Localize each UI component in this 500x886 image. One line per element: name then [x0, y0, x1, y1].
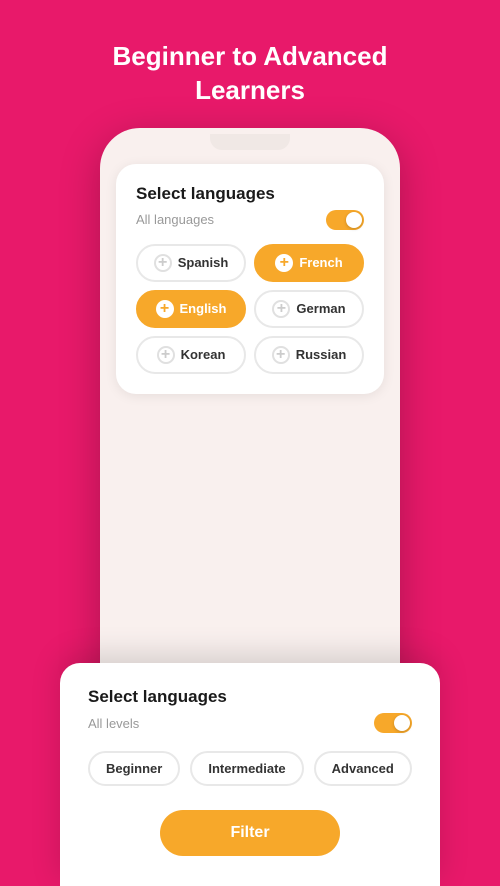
language-label-german: German [296, 301, 345, 316]
language-button-spanish[interactable]: + Spanish [136, 244, 246, 282]
language-button-russian[interactable]: + Russian [254, 336, 364, 374]
language-button-english[interactable]: + English [136, 290, 246, 328]
plus-icon-french: + [275, 254, 293, 272]
plus-icon-korean: + [157, 346, 175, 364]
language-button-french[interactable]: + French [254, 244, 364, 282]
plus-icon-spanish: + [154, 254, 172, 272]
language-card-subtitle: All languages [136, 212, 214, 227]
all-levels-toggle[interactable] [374, 713, 412, 733]
language-select-card: Select languages All languages + Spanish… [116, 164, 384, 394]
language-label-korean: Korean [181, 347, 226, 362]
language-label-spanish: Spanish [178, 255, 229, 270]
language-card-subtitle-row: All languages [136, 210, 364, 230]
levels-row: Beginner Intermediate Advanced [88, 751, 412, 786]
level-card-title: Select languages [88, 687, 412, 707]
phone-mockup: Select languages All languages + Spanish… [100, 128, 400, 708]
level-button-intermediate[interactable]: Intermediate [190, 751, 303, 786]
level-select-overlay: Select languages All levels Beginner Int… [60, 663, 440, 886]
language-button-german[interactable]: + German [254, 290, 364, 328]
level-subtitle-row: All levels [88, 713, 412, 733]
level-button-beginner[interactable]: Beginner [88, 751, 180, 786]
phone-notch [210, 134, 290, 150]
page-title: Beginner to Advanced Learners [90, 40, 410, 108]
language-card-title: Select languages [136, 184, 364, 204]
language-label-french: French [299, 255, 342, 270]
all-languages-toggle[interactable] [326, 210, 364, 230]
plus-icon-russian: + [272, 346, 290, 364]
language-label-russian: Russian [296, 347, 347, 362]
level-button-advanced[interactable]: Advanced [314, 751, 412, 786]
level-card-subtitle: All levels [88, 716, 139, 731]
filter-button[interactable]: Filter [160, 810, 340, 856]
language-button-korean[interactable]: + Korean [136, 336, 246, 374]
language-label-english: English [180, 301, 227, 316]
plus-icon-english: + [156, 300, 174, 318]
plus-icon-german: + [272, 300, 290, 318]
language-grid: + Spanish + French + English + German + … [136, 244, 364, 374]
